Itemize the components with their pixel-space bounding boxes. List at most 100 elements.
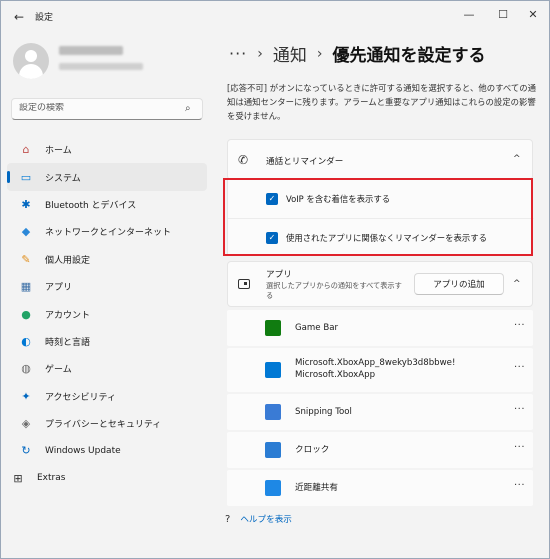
apps-list: Game Bar ··· Microsoft.XboxApp_8wekyb3d8… [227,310,533,506]
nearby-share-icon [265,480,281,496]
add-app-button[interactable]: アプリの追加 [414,273,504,295]
sidebar-item-apps[interactable]: ▦ アプリ [7,273,207,300]
sidebar-item-extras[interactable]: ⊞ Extras [7,465,207,492]
list-item: Game Bar ··· [227,310,533,346]
minimize-icon: — [463,7,475,21]
monitor-icon: ▭ [20,170,32,184]
sidebar-item-privacy[interactable]: ◈ プライバシーとセキュリティ [7,410,207,437]
reminders-option-row[interactable]: ✓ 使用されたアプリに関係なくリマインダーを表示する [228,218,534,256]
sidebar-item-network[interactable]: ◆ ネットワークとインターネット [7,218,207,245]
reminders-option-label: 使用されたアプリに関係なくリマインダーを表示する [286,233,487,243]
app-name: Microsoft.XboxApp_8wekyb3d8bbwe! Microso… [295,358,456,380]
sidebar-nav: ⌂ ホーム ▭ システム ✱ Bluetooth とデバイス ◆ ネットワークと… [7,136,207,492]
snipping-tool-icon [265,404,281,420]
back-button[interactable]: ← [9,7,29,27]
sidebar-item-label: ホーム [45,146,72,157]
page-description: [応答不可] がオンになっているときに許可する通知を選択すると、他のすべての通知… [227,83,537,121]
game-bar-icon [265,320,281,336]
sidebar-item-label: ネットワークとインターネット [45,228,172,239]
sidebar-item-system[interactable]: ▭ システム [7,163,207,191]
more-options-button[interactable]: ··· [514,320,525,331]
breadcrumb-chevron-icon: › [257,45,263,62]
calls-reminders-header[interactable]: ✆ 通話とリマインダー ^ [227,139,533,180]
update-icon: ↻ [21,444,31,458]
sidebar-item-label: 時刻と言語 [45,337,91,348]
sidebar-item-label: アカウント [45,310,91,321]
breadcrumb: ··· › 通知 › 優先通知を設定する [229,41,485,66]
sidebar-item-accounts[interactable]: ● アカウント [7,300,207,327]
more-options-button[interactable]: ··· [514,480,525,491]
accessibility-icon: ✦ [21,389,31,403]
help-icon: ? [225,513,231,525]
voip-checkbox[interactable]: ✓ [266,193,278,205]
list-item: Microsoft.XboxApp_8wekyb3d8bbwe! Microso… [227,348,533,392]
sidebar-item-time-language[interactable]: ◐ 時刻と言語 [7,328,207,355]
app-name: Game Bar [295,323,339,333]
list-item: Snipping Tool ··· [227,394,533,430]
maximize-icon: ☐ [498,7,508,21]
calls-options-panel: ✓ VoIP を含む着信を表示する ✓ 使用されたアプリに関係なくリマインダーを… [227,180,534,256]
title-bar: ← 設定 — ☐ ✕ [1,1,549,33]
app-name: クロック [295,445,330,455]
sidebar-item-windows-update[interactable]: ↻ Windows Update [7,437,207,464]
user-email-blurred [59,63,143,70]
chevron-up-icon[interactable]: ^ [513,279,521,289]
reminders-checkbox[interactable]: ✓ [266,232,278,244]
settings-window: ← 設定 — ☐ ✕ ⌕ ⌂ ホーム ▭ システム ✱ Bluetooth とデ… [0,0,550,559]
more-options-button[interactable]: ··· [514,362,525,373]
sidebar-item-label: アクセシビリティ [45,392,117,403]
help-link[interactable]: ヘルプを表示 [240,513,292,525]
bluetooth-icon: ✱ [21,197,31,211]
app-window-icon [238,279,250,289]
sidebar-item-personalization[interactable]: ✎ 個人用設定 [7,246,207,273]
sidebar-item-label: システム [45,173,81,184]
avatar-head-icon [25,50,37,62]
account-icon: ● [21,307,31,321]
apps-header: アプリ 選択したアプリからの通知をすべて表示する アプリの追加 ^ [227,261,533,307]
list-item: クロック ··· [227,432,533,468]
breadcrumb-notifications-link[interactable]: 通知 [273,41,307,66]
search-box[interactable]: ⌕ [11,98,203,120]
sidebar-item-accessibility[interactable]: ✦ アクセシビリティ [7,383,207,410]
extras-icon: ⊞ [13,471,23,485]
sidebar-item-bluetooth[interactable]: ✱ Bluetooth とデバイス [7,191,207,218]
phone-icon: ✆ [238,153,249,167]
avatar-body-icon [19,64,43,79]
app-name: Snipping Tool [295,407,352,417]
chevron-up-icon[interactable]: ^ [513,154,521,164]
calls-reminders-title: 通話とリマインダー [266,157,344,167]
maximize-button[interactable]: ☐ [487,3,519,25]
voip-option-row[interactable]: ✓ VoIP を含む着信を表示する [228,180,534,218]
search-input[interactable] [19,103,179,113]
more-options-button[interactable]: ··· [514,404,525,415]
sidebar-item-label: Windows Update [45,445,121,456]
home-icon: ⌂ [22,143,30,157]
apps-icon: ▦ [20,280,32,294]
close-button[interactable]: ✕ [517,3,549,25]
brush-icon: ✎ [21,252,31,266]
shield-icon: ◈ [21,417,31,431]
voip-option-label: VoIP を含む着信を表示する [286,194,391,204]
globe-clock-icon: ◐ [21,334,31,348]
sidebar-item-label: Extras [37,473,66,484]
breadcrumb-chevron-icon: › [316,45,323,62]
page-title: 優先通知を設定する [332,46,486,66]
user-name-blurred [59,46,123,55]
minimize-button[interactable]: — [453,3,485,25]
sidebar-item-home[interactable]: ⌂ ホーム [7,136,207,163]
avatar[interactable] [13,43,49,79]
window-title: 設定 [35,13,54,23]
gamepad-icon: ◍ [21,362,31,376]
back-arrow-icon: ← [13,10,25,24]
close-icon: ✕ [528,7,538,21]
sidebar-item-label: ゲーム [45,365,72,376]
sidebar-item-gaming[interactable]: ◍ ゲーム [7,355,207,382]
search-icon[interactable]: ⌕ [185,103,191,114]
apps-subtitle: 選択したアプリからの通知をすべて表示する [266,281,402,300]
help-link-row[interactable]: ? ヘルプを表示 [225,513,292,526]
xbox-app-icon [265,362,281,378]
more-options-button[interactable]: ··· [514,442,525,453]
sidebar-item-label: Bluetooth とデバイス [45,200,137,211]
breadcrumb-more-button[interactable]: ··· [229,44,247,63]
app-name: 近距離共有 [295,483,338,493]
